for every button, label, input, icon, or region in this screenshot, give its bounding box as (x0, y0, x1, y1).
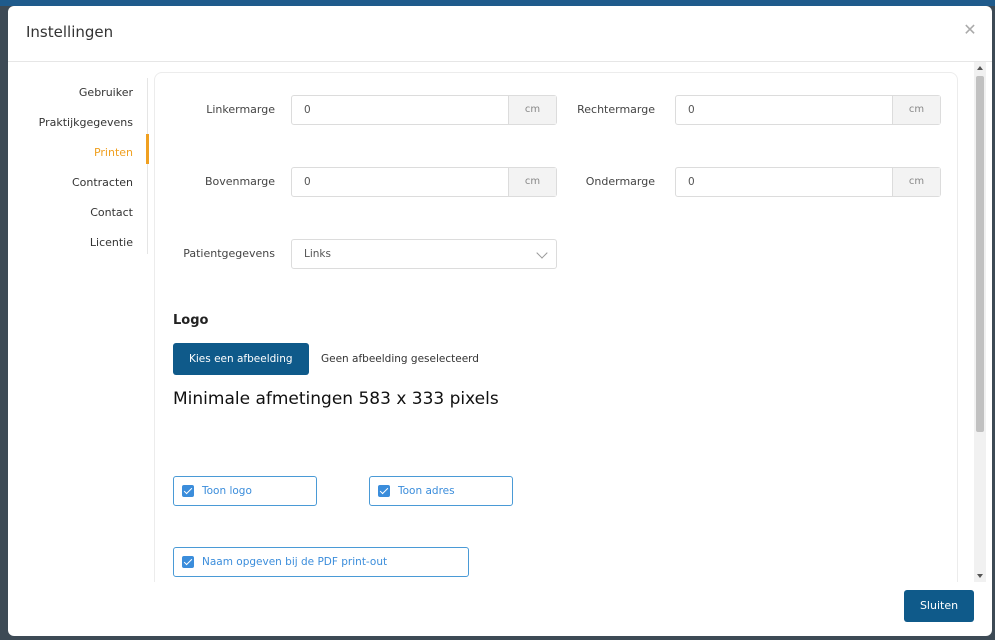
top-margin-unit: cm (508, 168, 556, 196)
dimensions-note: Minimale afmetingen 583 x 333 pixels (173, 389, 499, 409)
scroll-down-icon[interactable] (977, 574, 983, 578)
top-margin-field[interactable]: 0 cm (291, 167, 557, 197)
settings-sidebar: Gebruiker Praktijkgegevens Printen Contr… (26, 78, 149, 254)
name-pdf-checkbox[interactable]: Naam opgeven bij de PDF print-out (173, 547, 469, 577)
print-settings-panel: Linkermarge 0 cm Rechtermarge 0 cm Boven… (154, 72, 958, 582)
logo-heading: Logo (173, 313, 209, 328)
left-margin-value[interactable]: 0 (292, 96, 508, 124)
sidebar-item-contact[interactable]: Contact (90, 206, 133, 219)
patient-data-value: Links (304, 248, 331, 260)
left-margin-unit: cm (508, 96, 556, 124)
patient-data-select[interactable]: Links (291, 239, 557, 269)
settings-modal: Instellingen ✕ Gebruiker Praktijkgegeven… (8, 6, 992, 636)
sidebar-item-printen[interactable]: Printen (94, 146, 133, 159)
checkbox-checked-icon (182, 556, 194, 568)
sidebar-item-praktijkgegevens[interactable]: Praktijkgegevens (39, 116, 133, 129)
bottom-margin-unit: cm (892, 168, 940, 196)
sidebar-active-indicator (146, 134, 149, 164)
top-margin-label: Bovenmarge (204, 175, 275, 188)
top-margin-value[interactable]: 0 (292, 168, 508, 196)
sidebar-item-gebruiker[interactable]: Gebruiker (79, 86, 133, 99)
file-status: Geen afbeelding geselecteerd (321, 353, 479, 365)
modal-title: Instellingen (26, 23, 114, 41)
scrollbar[interactable] (974, 62, 986, 582)
patient-data-label: Patientgegevens (183, 247, 275, 260)
show-address-label: Toon adres (398, 485, 455, 497)
left-margin-label: Linkermarge (206, 103, 275, 116)
bottom-margin-value[interactable]: 0 (676, 168, 892, 196)
close-button[interactable]: Sluiten (904, 590, 974, 622)
sidebar-item-licentie[interactable]: Licentie (90, 236, 133, 249)
name-pdf-label: Naam opgeven bij de PDF print-out (202, 556, 388, 568)
bottom-margin-field[interactable]: 0 cm (675, 167, 941, 197)
modal-header: Instellingen ✕ (8, 6, 992, 62)
close-icon[interactable]: ✕ (962, 22, 978, 38)
bottom-margin-label: Ondermarge (585, 175, 655, 188)
scrollbar-thumb[interactable] (976, 76, 984, 432)
chevron-down-icon (536, 247, 548, 259)
right-margin-field[interactable]: 0 cm (675, 95, 941, 125)
choose-image-button[interactable]: Kies een afbeelding (173, 343, 309, 375)
show-logo-checkbox[interactable]: Toon logo (173, 476, 317, 506)
left-margin-field[interactable]: 0 cm (291, 95, 557, 125)
right-margin-label: Rechtermarge (577, 103, 655, 116)
settings-content: Linkermarge 0 cm Rechtermarge 0 cm Boven… (154, 70, 958, 582)
show-address-checkbox[interactable]: Toon adres (369, 476, 513, 506)
sidebar-item-contracten[interactable]: Contracten (72, 176, 133, 189)
checkbox-checked-icon (378, 485, 390, 497)
scroll-up-icon[interactable] (977, 66, 983, 70)
show-logo-label: Toon logo (202, 485, 252, 497)
right-margin-unit: cm (892, 96, 940, 124)
right-margin-value[interactable]: 0 (676, 96, 892, 124)
checkbox-checked-icon (182, 485, 194, 497)
